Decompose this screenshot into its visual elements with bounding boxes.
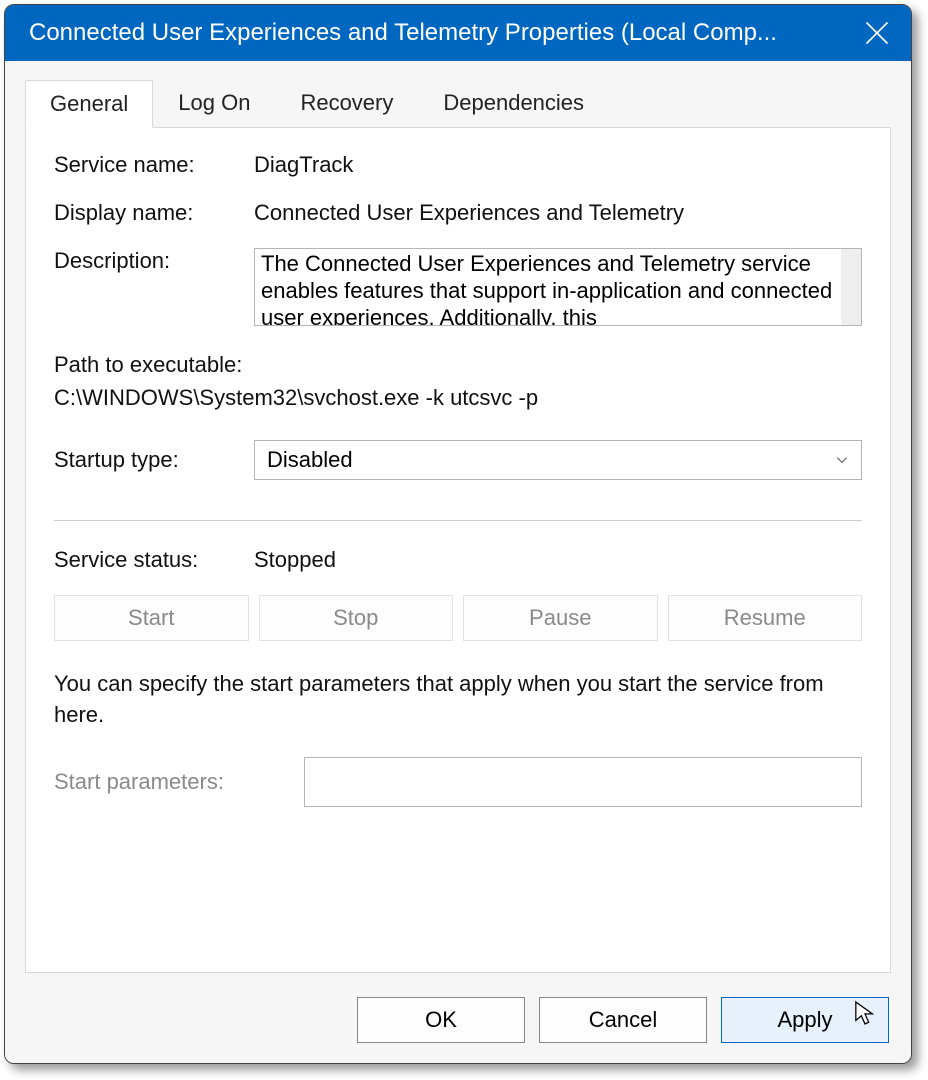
- ok-button[interactable]: OK: [357, 997, 525, 1043]
- stop-button[interactable]: Stop: [259, 595, 454, 641]
- service-status-value: Stopped: [254, 547, 862, 573]
- tab-logon[interactable]: Log On: [153, 79, 275, 127]
- startup-type-label: Startup type:: [54, 447, 254, 473]
- service-name-value: DiagTrack: [254, 152, 862, 178]
- startup-type-value: Disabled: [267, 447, 353, 473]
- titlebar: Connected User Experiences and Telemetry…: [5, 5, 911, 61]
- description-label: Description:: [54, 248, 254, 274]
- path-label: Path to executable:: [54, 348, 862, 381]
- chevron-down-icon: [835, 453, 849, 467]
- start-params-label: Start parameters:: [54, 769, 304, 795]
- tab-general[interactable]: General: [25, 80, 153, 128]
- start-button[interactable]: Start: [54, 595, 249, 641]
- display-name-value: Connected User Experiences and Telemetry: [254, 200, 862, 226]
- path-value: C:\WINDOWS\System32\svchost.exe -k utcsv…: [54, 381, 862, 414]
- window-title: Connected User Experiences and Telemetry…: [29, 19, 863, 47]
- pause-button[interactable]: Pause: [463, 595, 658, 641]
- start-params-input[interactable]: [304, 757, 862, 807]
- tab-recovery[interactable]: Recovery: [275, 79, 418, 127]
- service-name-label: Service name:: [54, 152, 254, 178]
- cancel-button[interactable]: Cancel: [539, 997, 707, 1043]
- tabstrip: General Log On Recovery Dependencies: [5, 61, 911, 127]
- tab-dependencies[interactable]: Dependencies: [418, 79, 609, 127]
- startup-type-select[interactable]: Disabled: [254, 440, 862, 480]
- properties-dialog: Connected User Experiences and Telemetry…: [4, 4, 912, 1064]
- service-status-label: Service status:: [54, 547, 254, 573]
- display-name-label: Display name:: [54, 200, 254, 226]
- close-icon[interactable]: [863, 19, 891, 47]
- description-textbox[interactable]: The Connected User Experiences and Telem…: [254, 248, 862, 326]
- start-params-hint: You can specify the start parameters tha…: [54, 669, 862, 731]
- dialog-button-row: OK Cancel Apply: [5, 985, 911, 1063]
- divider: [54, 520, 862, 521]
- apply-button[interactable]: Apply: [721, 997, 889, 1043]
- resume-button[interactable]: Resume: [668, 595, 863, 641]
- general-panel: Service name: DiagTrack Display name: Co…: [25, 127, 891, 973]
